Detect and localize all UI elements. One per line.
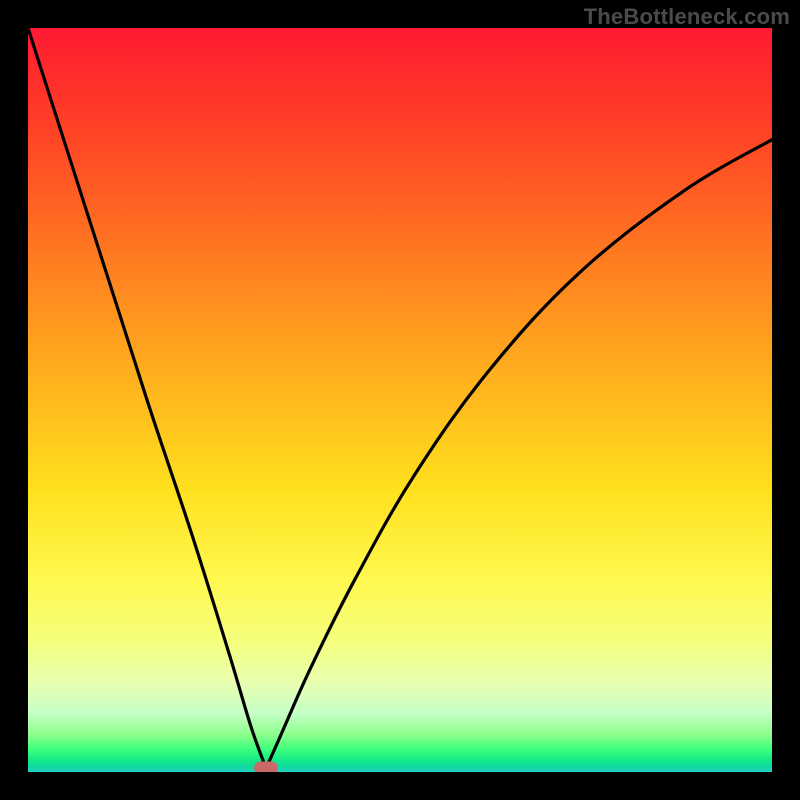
bottleneck-curve	[28, 28, 772, 768]
curve-svg	[28, 28, 772, 772]
cusp-marker	[254, 762, 278, 772]
chart-frame: TheBottleneck.com	[0, 0, 800, 800]
watermark-text: TheBottleneck.com	[584, 4, 790, 30]
plot-area	[28, 28, 772, 772]
